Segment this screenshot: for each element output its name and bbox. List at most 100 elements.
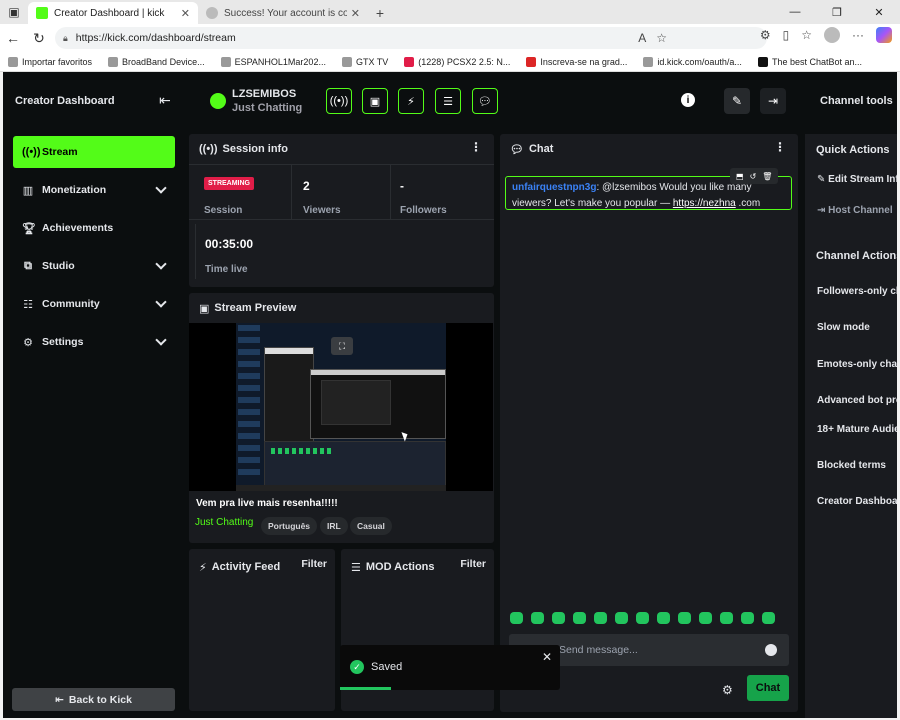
edit-stream-info-button[interactable]: ✎ Edit Stream Info xyxy=(817,174,897,185)
extensions-icon[interactable]: ⚙ xyxy=(760,28,771,42)
divider xyxy=(390,164,391,219)
lightning-icon[interactable]: ⚡︎ xyxy=(398,88,424,114)
emotes-only-toggle[interactable]: Emotes-only chat xyxy=(817,359,897,370)
more-options-icon[interactable]: ⋮ xyxy=(470,141,482,153)
filter-button[interactable]: Filter xyxy=(301,558,327,570)
emote-icon[interactable] xyxy=(573,612,586,624)
panel-title: Session info xyxy=(222,143,288,155)
info-icon[interactable]: i xyxy=(681,93,695,107)
favorite-item[interactable]: GTX TV xyxy=(334,56,396,67)
back-to-kick-button[interactable]: ⇤ Back to Kick xyxy=(12,688,175,711)
tag-chip[interactable]: IRL xyxy=(320,517,348,535)
close-tab-icon[interactable]: ✕ xyxy=(181,7,190,20)
emote-icon[interactable] xyxy=(741,612,754,624)
favorite-item[interactable]: The best ChatBot an... xyxy=(750,56,870,67)
emote-icon[interactable] xyxy=(657,612,670,624)
blocked-terms-item[interactable]: Blocked terms xyxy=(817,460,886,471)
close-window-icon[interactable]: ✕ xyxy=(858,0,900,24)
timeout-icon[interactable]: ↺ xyxy=(750,172,757,181)
pin-icon[interactable]: ⬒ xyxy=(736,172,744,181)
read-aloud-icon[interactable]: A xyxy=(638,31,646,45)
capture-window xyxy=(310,369,446,439)
emote-icon[interactable] xyxy=(615,612,628,624)
filter-button[interactable]: Filter xyxy=(460,558,486,570)
chat-bubble-icon[interactable]: 💬︎ xyxy=(472,88,498,114)
favorite-item[interactable]: Importar favoritos xyxy=(0,56,100,67)
refresh-icon[interactable]: ↻ xyxy=(26,25,52,51)
time-live-value: 00:35:00 xyxy=(205,237,254,251)
notes-icon[interactable]: ☰ xyxy=(435,88,461,114)
tv-icon xyxy=(341,56,352,67)
favorite-item[interactable]: id.kick.com/oauth/a... xyxy=(635,56,750,67)
emote-icon[interactable] xyxy=(720,612,733,624)
maximize-icon[interactable]: ❐ xyxy=(816,0,858,24)
broadcast-icon[interactable]: ((•)) xyxy=(326,88,352,114)
sidebar-item-community[interactable]: ☷ Community xyxy=(13,288,175,320)
followers-only-toggle[interactable]: Followers-only chat xyxy=(817,286,897,297)
broadcast-icon: ((•)) xyxy=(199,143,218,155)
sidebar-item-achievements[interactable]: 🏆︎ Achievements xyxy=(13,212,175,244)
favorite-item[interactable]: BroadBand Device... xyxy=(100,56,213,67)
minimize-icon[interactable]: — xyxy=(774,0,816,24)
close-tab-icon[interactable]: ✕ xyxy=(351,7,360,20)
browser-tab-active[interactable]: Creator Dashboard | kick ✕ xyxy=(28,2,198,24)
close-icon[interactable]: ✕ xyxy=(542,650,552,664)
sidebar-item-monetization[interactable]: ▥ Monetization xyxy=(13,174,175,206)
sidebar-item-settings[interactable]: ⚙ Settings xyxy=(13,326,175,358)
url-field[interactable]: 🔒︎ https://kick.com/dashboard/stream A ☆ xyxy=(55,27,767,49)
preview-icon[interactable]: ▣ xyxy=(362,88,388,114)
host-channel-button[interactable]: ⇥ Host Channel xyxy=(817,205,893,216)
creator-dashboard-item[interactable]: Creator Dashboard xyxy=(817,496,897,507)
back-icon[interactable]: ← xyxy=(0,25,26,51)
more-options-icon[interactable]: ⋮ xyxy=(774,141,786,153)
emote-icon[interactable] xyxy=(636,612,649,624)
favorite-item[interactable]: Inscreva-se na grad... xyxy=(518,56,635,67)
emote-icon[interactable] xyxy=(531,612,544,624)
tag-chip[interactable]: Casual xyxy=(350,517,392,535)
more-icon[interactable]: ··· xyxy=(852,28,864,42)
chat-username[interactable]: unfairquestnpn3g xyxy=(512,182,596,193)
emote-icon[interactable] xyxy=(594,612,607,624)
edit-layout-icon[interactable]: ✎ xyxy=(724,88,750,114)
chart-icon: ▥ xyxy=(22,184,34,197)
send-chat-button[interactable]: Chat xyxy=(747,675,789,701)
mature-audience-toggle[interactable]: 18+ Mature Audience xyxy=(817,424,897,435)
chat-settings-icon[interactable]: ⚙ xyxy=(722,683,733,697)
kick-favicon-icon xyxy=(36,7,48,19)
split-screen-icon[interactable]: ▯ xyxy=(783,28,790,42)
favorite-item[interactable]: (1228) PCSX2 2.5: N... xyxy=(396,56,518,67)
stream-preview-video[interactable]: ⛶ xyxy=(189,323,493,491)
favorite-item[interactable]: ESPANHOL1Mar202... xyxy=(213,56,334,67)
fullscreen-icon[interactable]: ⛶ xyxy=(331,337,353,355)
emote-icon[interactable] xyxy=(678,612,691,624)
profile-icon[interactable] xyxy=(824,27,840,43)
chevron-down-icon xyxy=(155,258,167,270)
new-tab-button[interactable]: + xyxy=(368,2,392,24)
tag-chip[interactable]: Português xyxy=(261,517,318,535)
delete-icon[interactable]: 🗑︎ xyxy=(762,172,772,181)
favorite-star-icon[interactable]: ☆ xyxy=(656,31,667,45)
favorites-icon[interactable]: ☆ xyxy=(801,28,812,42)
panel-title: Stream Preview xyxy=(214,302,297,314)
channel-avatar xyxy=(207,90,229,112)
emote-icon[interactable] xyxy=(510,612,523,624)
slow-mode-toggle[interactable]: Slow mode xyxy=(817,322,870,333)
bot-protection-toggle[interactable]: Advanced bot protection xyxy=(817,395,897,406)
youtube-icon xyxy=(404,56,415,67)
emoji-picker-icon[interactable] xyxy=(765,644,777,656)
emote-icon[interactable] xyxy=(699,612,712,624)
exit-icon[interactable]: ⇥ xyxy=(760,88,786,114)
collapse-sidebar-icon[interactable]: ⇤ xyxy=(159,92,171,109)
emote-icon[interactable] xyxy=(552,612,565,624)
panel-title: MOD Actions xyxy=(365,561,435,573)
favorite-label: The best ChatBot an... xyxy=(771,56,862,67)
sidebar-item-studio[interactable]: ⧉ Studio xyxy=(13,250,175,282)
browser-tab[interactable]: Success! Your account is connecte ✕ xyxy=(198,2,368,24)
window-controls: — ❐ ✕ xyxy=(774,0,900,24)
chat-link[interactable]: https://nezhna xyxy=(673,198,736,209)
copilot-icon[interactable] xyxy=(876,27,892,43)
category-link[interactable]: Just Chatting xyxy=(195,517,253,528)
sidebar-item-stream[interactable]: ((•)) Stream xyxy=(13,136,175,168)
emote-icon[interactable] xyxy=(762,612,775,624)
tab-actions-icon[interactable]: ▣ xyxy=(0,0,28,24)
